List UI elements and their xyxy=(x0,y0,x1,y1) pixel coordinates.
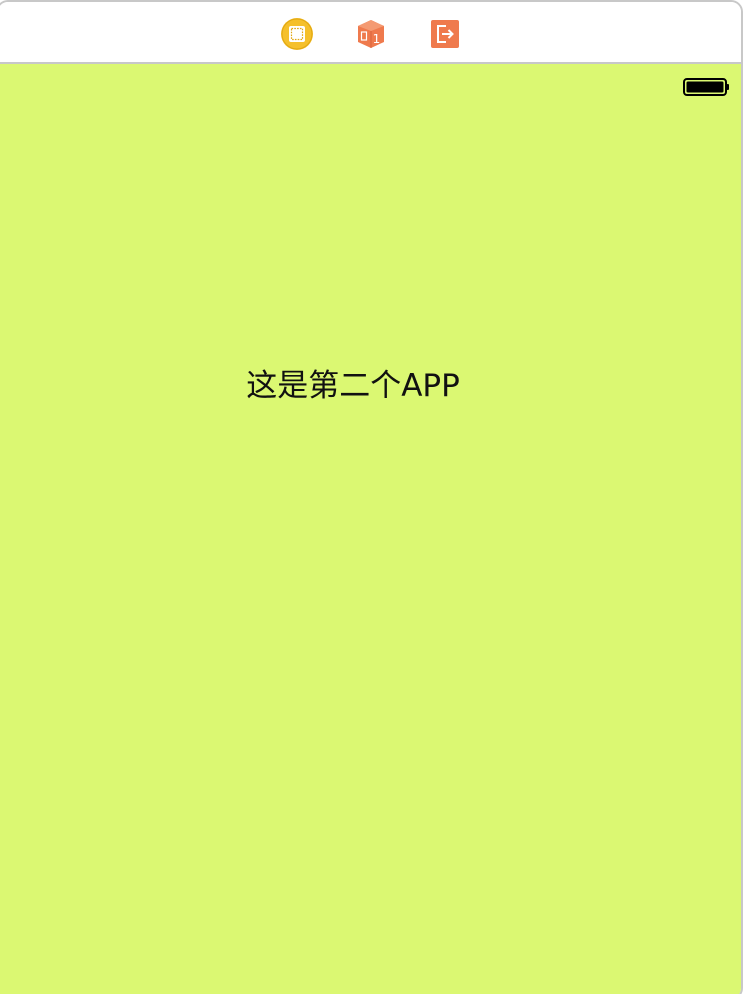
first-responder-icon[interactable]: 1 xyxy=(354,17,388,51)
exit-icon[interactable] xyxy=(428,17,462,51)
main-label: 这是第二个APP xyxy=(246,368,460,404)
scene-dock: 1 xyxy=(0,2,741,64)
storyboard-scene: 1 这是第二个APP xyxy=(0,0,750,994)
first-responder-badge: 1 xyxy=(373,32,381,46)
main-view[interactable]: 这是第二个APP xyxy=(0,64,741,994)
view-controller-icon[interactable] xyxy=(280,17,314,51)
battery-full-icon xyxy=(683,77,729,97)
view-controller-frame[interactable]: 1 这是第二个APP xyxy=(0,0,743,994)
